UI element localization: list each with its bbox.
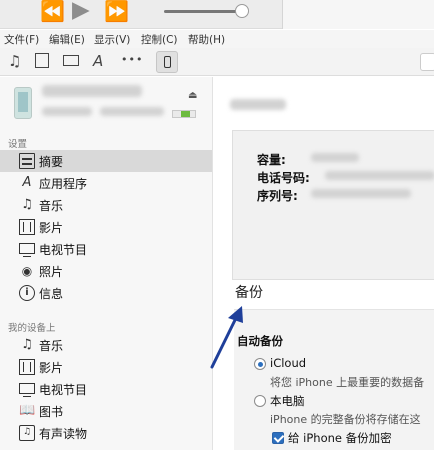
sidebar-item-movies[interactable]: 影片 — [0, 216, 212, 238]
film-icon[interactable] — [35, 53, 49, 68]
sidebar-item-label: 信息 — [39, 287, 64, 301]
info-icon: i — [19, 285, 35, 301]
sidebar-item-label: 电视节目 — [39, 383, 88, 397]
tv-icon — [19, 243, 35, 257]
this-computer-radio[interactable] — [254, 395, 266, 407]
rewind-icon[interactable]: ⏪ — [40, 0, 65, 22]
device-thumbnail-icon — [14, 87, 32, 119]
app-store-icon[interactable]: A — [93, 52, 103, 70]
sidebar-item-label: 影片 — [39, 221, 64, 235]
music-note-icon: ♫ — [21, 337, 33, 352]
volume-slider[interactable] — [164, 10, 242, 13]
music-note-icon[interactable]: ♫ — [8, 52, 21, 70]
menu-file[interactable]: 文件(F) — [4, 32, 39, 47]
encrypt-backup-checkbox[interactable] — [272, 432, 284, 444]
summary-list-icon — [19, 153, 35, 169]
sidebar-item-device-audiobooks[interactable]: ♫ 有声读物 — [0, 422, 212, 444]
sidebar-item-info[interactable]: i 信息 — [0, 282, 212, 304]
device-capacity-redacted — [42, 107, 92, 116]
icloud-option-description: 将您 iPhone 上最重要的数据备 — [270, 376, 425, 389]
menu-edit[interactable]: 编辑(E) — [49, 32, 85, 47]
sidebar-item-tv-shows[interactable]: 电视节目 — [0, 238, 212, 260]
my-device-section-header: 我的设备上 — [8, 323, 56, 334]
sidebar-item-device-tv-shows[interactable]: 电视节目 — [0, 378, 212, 400]
sidebar-item-label: 摘要 — [39, 155, 64, 169]
menu-controls[interactable]: 控制(C) — [141, 32, 178, 47]
sidebar-item-label: 照片 — [39, 265, 64, 279]
play-icon[interactable]: ▶ — [72, 0, 90, 22]
this-computer-option-description: iPhone 的完整备份将存储在这 — [270, 413, 421, 426]
more-icon[interactable]: ••• — [121, 51, 143, 69]
encrypt-backup-label[interactable]: 给 iPhone 备份加密 — [288, 430, 392, 446]
menu-view[interactable]: 显示(V) — [94, 32, 130, 47]
icloud-radio[interactable] — [254, 358, 266, 370]
serial-number-label: 序列号: — [257, 189, 298, 203]
eject-icon[interactable]: ⏏ — [188, 90, 197, 101]
device-name-redacted — [42, 85, 142, 97]
sidebar-item-music[interactable]: ♫ 音乐 — [0, 194, 212, 216]
music-note-icon: ♫ — [21, 197, 33, 212]
menu-bar: 文件(F) 编辑(E) 显示(V) 控制(C) 帮助(H) — [0, 30, 434, 48]
settings-section-header: 设置 — [8, 139, 28, 150]
serial-number-value-redacted — [311, 189, 411, 198]
sidebar-item-apps[interactable]: A 应用程序 — [0, 172, 212, 194]
iphone-device-icon — [164, 56, 171, 68]
summary-panel: 容量: 电话号码: 序列号: 备份 自动备份 iCloud 将您 iPhone … — [214, 77, 434, 450]
battery-icon — [172, 110, 196, 118]
icloud-option-label[interactable]: iCloud — [270, 356, 306, 370]
toolbar-right-button[interactable] — [420, 53, 434, 71]
sidebar-item-label: 电视节目 — [39, 243, 88, 257]
iphone-device-button[interactable] — [156, 51, 178, 73]
fast-forward-icon[interactable]: ⏩ — [104, 0, 129, 22]
capacity-label: 容量: — [257, 153, 286, 167]
book-icon: 📖 — [19, 403, 36, 418]
sidebar: ⏏ 设置 摘要 A 应用程序 ♫ 音乐 影片 电视节目 ◉ 照片 i 信息 我的… — [0, 77, 213, 450]
sidebar-item-photos[interactable]: ◉ 照片 — [0, 260, 212, 282]
film-icon — [19, 219, 35, 235]
app-store-icon: A — [22, 175, 32, 190]
backup-section-title: 备份 — [235, 285, 263, 301]
phone-number-value-redacted — [325, 171, 434, 180]
sidebar-item-label: 音乐 — [39, 339, 64, 353]
capacity-value-redacted — [311, 153, 359, 162]
volume-slider-knob[interactable] — [235, 4, 249, 18]
phone-number-label: 电话号码: — [257, 171, 310, 185]
sidebar-item-label: 影片 — [39, 361, 64, 375]
tv-icon[interactable] — [63, 55, 79, 66]
sidebar-item-label: 有声读物 — [39, 427, 88, 441]
device-info-redacted — [100, 107, 164, 116]
camera-icon: ◉ — [21, 264, 33, 278]
audiobook-icon: ♫ — [19, 425, 35, 441]
film-icon — [19, 359, 35, 375]
menu-help[interactable]: 帮助(H) — [188, 32, 225, 47]
this-computer-option-label[interactable]: 本电脑 — [270, 393, 305, 409]
sidebar-item-label: 音乐 — [39, 199, 64, 213]
sidebar-item-label: 应用程序 — [39, 177, 88, 191]
tv-icon — [19, 383, 35, 397]
sidebar-item-device-music[interactable]: ♫ 音乐 — [0, 334, 212, 356]
status-display — [282, 0, 434, 29]
player-bar: ⏪ ▶ ⏩ — [0, 0, 434, 29]
device-title-redacted — [230, 99, 286, 110]
device-info-box: 容量: 电话号码: 序列号: — [232, 130, 434, 280]
sidebar-item-summary[interactable]: 摘要 — [0, 150, 212, 172]
auto-backup-label: 自动备份 — [237, 334, 283, 348]
sidebar-item-label: 图书 — [39, 405, 64, 419]
sidebar-item-device-movies[interactable]: 影片 — [0, 356, 212, 378]
media-toolbar: ♫ A ••• — [0, 48, 434, 76]
sidebar-item-device-books[interactable]: 📖 图书 — [0, 400, 212, 422]
